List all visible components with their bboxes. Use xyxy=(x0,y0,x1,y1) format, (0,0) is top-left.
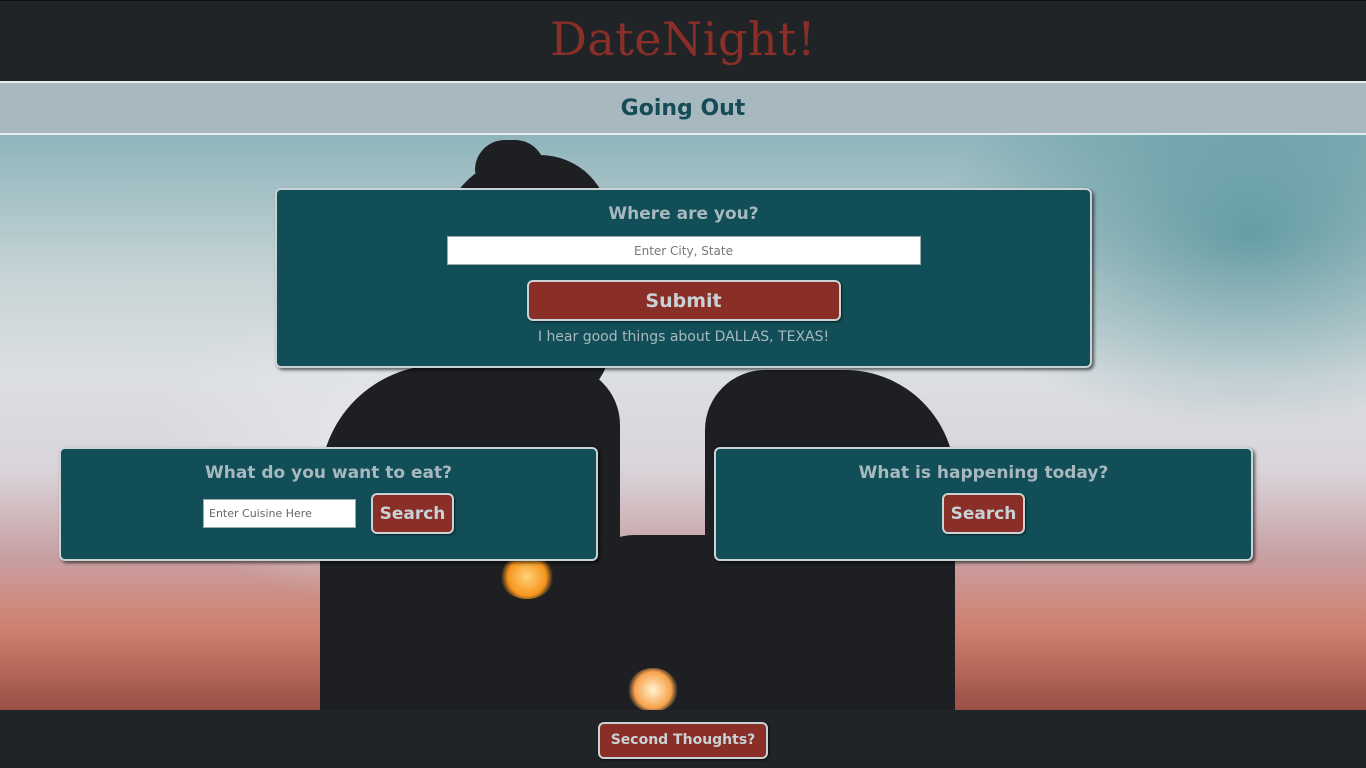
city-state-input[interactable] xyxy=(446,236,921,265)
page: DateNight! Going Out Where are you? Subm… xyxy=(0,0,1366,768)
food-card-title: What do you want to eat? xyxy=(205,463,452,483)
bokeh-light xyxy=(500,555,554,599)
section-title: Going Out xyxy=(620,95,746,121)
events-card: What is happening today? Search xyxy=(714,447,1253,561)
events-card-title: What is happening today? xyxy=(858,463,1109,483)
food-search-button[interactable]: Search xyxy=(371,493,454,534)
second-thoughts-button[interactable]: Second Thoughts? xyxy=(598,721,768,759)
food-card: What do you want to eat? Search xyxy=(59,447,598,561)
section-bar: Going Out xyxy=(0,81,1366,135)
bokeh-light xyxy=(628,668,678,710)
events-search-row: Search xyxy=(942,493,1025,534)
location-card-title: Where are you? xyxy=(608,204,759,224)
brand-title: DateNight! xyxy=(549,12,817,66)
submit-button[interactable]: Submit xyxy=(526,280,841,321)
footer: Second Thoughts? xyxy=(0,710,1366,768)
food-search-row: Search xyxy=(203,493,454,534)
events-search-button[interactable]: Search xyxy=(942,493,1025,534)
location-message: I hear good things about DALLAS, TEXAS! xyxy=(537,329,830,345)
silhouette-left-hair xyxy=(475,140,545,180)
location-card: Where are you? Submit I hear good things… xyxy=(275,188,1092,368)
brand-header: DateNight! xyxy=(0,0,1366,81)
cuisine-input[interactable] xyxy=(203,499,356,528)
